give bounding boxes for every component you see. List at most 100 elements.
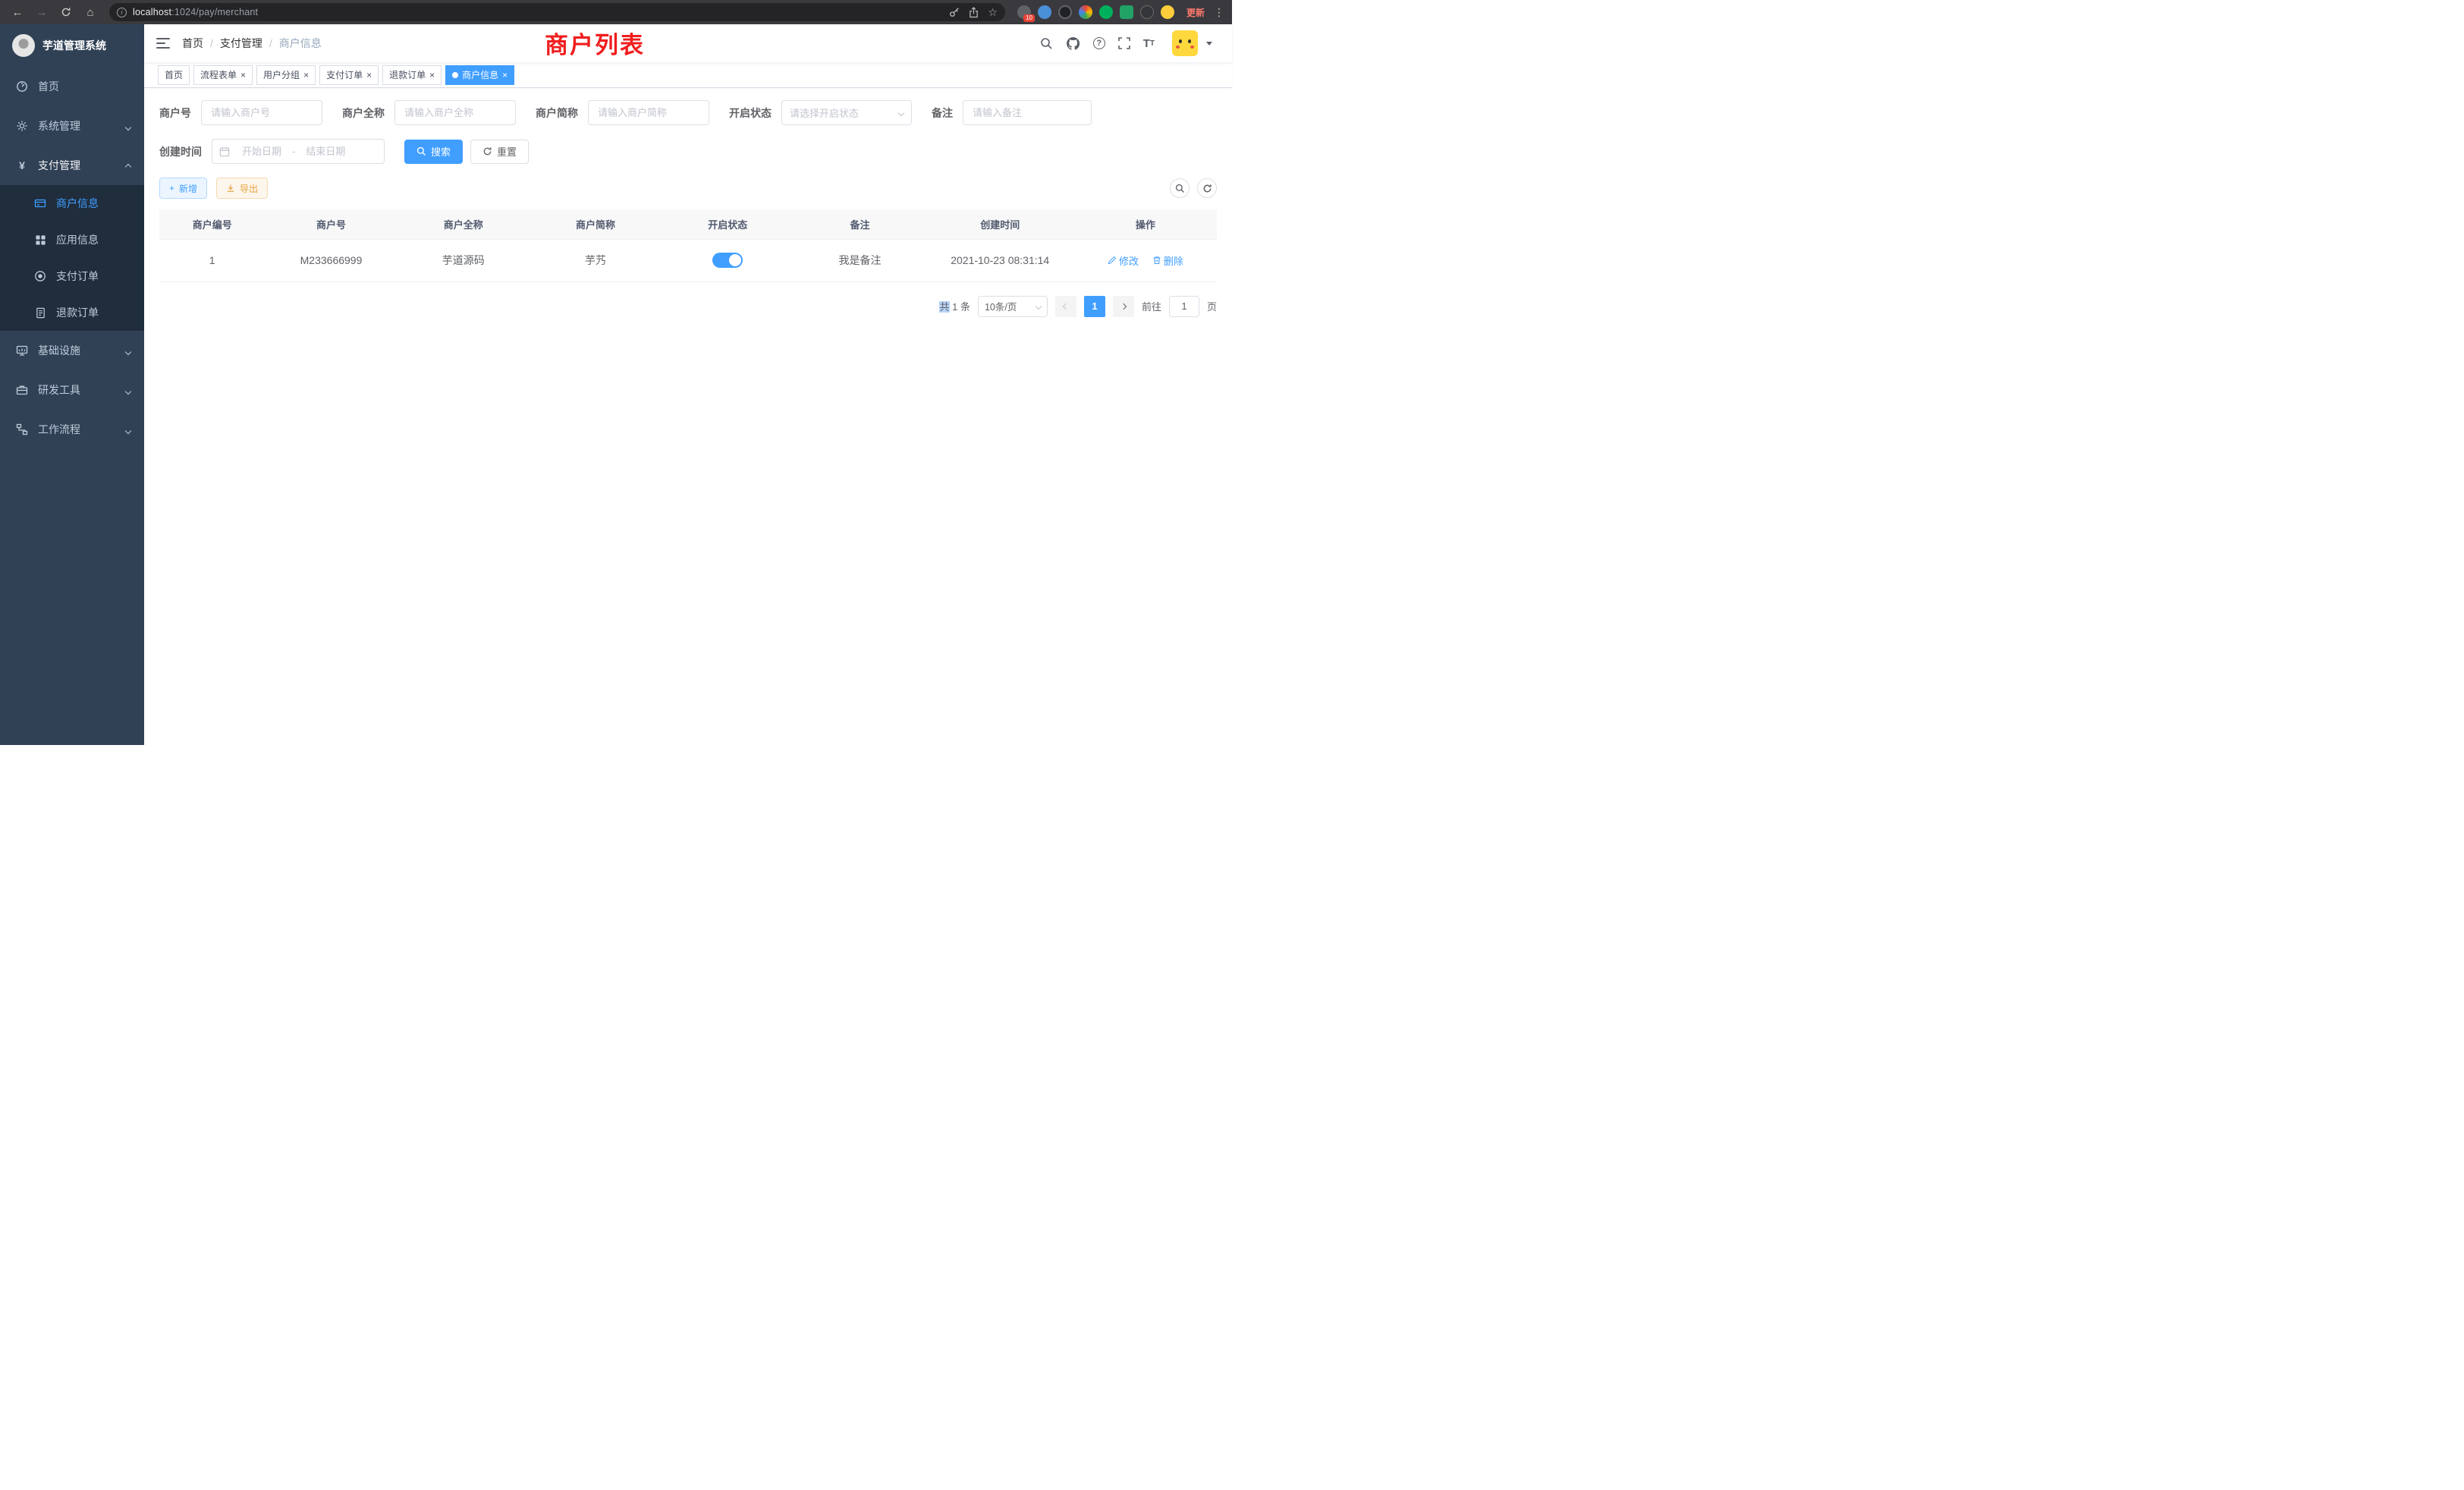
short-name-label: 商户简称 bbox=[536, 105, 578, 121]
total-value: 1 条 bbox=[952, 301, 970, 313]
status-select[interactable]: 请选择开启状态 bbox=[781, 100, 912, 125]
chevron-down-icon bbox=[126, 423, 130, 435]
extension-icon-5[interactable] bbox=[1099, 5, 1113, 19]
reset-button[interactable]: 重置 bbox=[470, 140, 529, 164]
tab-merchant-info[interactable]: 商户信息 × bbox=[445, 65, 514, 85]
extension-icon-1[interactable]: 10 bbox=[1017, 5, 1031, 19]
help-icon[interactable]: ? bbox=[1093, 37, 1105, 49]
logo[interactable]: 芋道管理系统 bbox=[0, 24, 144, 67]
avatar-caret-icon[interactable] bbox=[1206, 42, 1212, 46]
user-avatar[interactable] bbox=[1172, 30, 1198, 56]
password-key-icon[interactable] bbox=[949, 7, 960, 17]
page-size-select[interactable]: 10条/页 bbox=[978, 296, 1048, 317]
forward-icon[interactable]: → bbox=[32, 3, 52, 21]
extension-icon-6[interactable] bbox=[1120, 5, 1133, 19]
extension-icon-7[interactable] bbox=[1140, 5, 1154, 19]
sidebar-item-workflow[interactable]: 工作流程 bbox=[0, 410, 144, 449]
refresh-icon[interactable] bbox=[56, 3, 76, 21]
date-end-input[interactable] bbox=[298, 146, 353, 157]
edit-link[interactable]: 修改 bbox=[1108, 253, 1139, 268]
close-icon[interactable]: × bbox=[366, 71, 372, 80]
sidebar-item-home[interactable]: 首页 bbox=[0, 67, 144, 106]
tab-label: 商户信息 bbox=[462, 68, 498, 81]
extension-icon-2[interactable] bbox=[1038, 5, 1051, 19]
breadcrumb-home[interactable]: 首页 bbox=[182, 36, 203, 51]
column-header-actions: 操作 bbox=[1074, 209, 1217, 239]
extension-icon-8[interactable] bbox=[1161, 5, 1174, 19]
sidebar-item-pay-order[interactable]: 支付订单 bbox=[0, 258, 144, 294]
add-button[interactable]: + 新增 bbox=[159, 178, 207, 199]
browser-menu-icon[interactable]: ⋮ bbox=[1214, 6, 1224, 19]
cell-actions: 修改 删除 bbox=[1074, 239, 1217, 281]
sidebar-item-merchant-info[interactable]: 商户信息 bbox=[0, 185, 144, 222]
sidebar-item-label: 系统管理 bbox=[38, 118, 80, 134]
github-icon[interactable] bbox=[1066, 36, 1080, 51]
column-header-status: 开启状态 bbox=[662, 209, 794, 239]
next-page-button[interactable] bbox=[1113, 296, 1134, 317]
column-header-short-name: 商户简称 bbox=[530, 209, 662, 239]
close-icon[interactable]: × bbox=[502, 71, 508, 80]
tab-user-group[interactable]: 用户分组 × bbox=[256, 65, 316, 85]
column-header-merchant-no: 商户号 bbox=[265, 209, 397, 239]
sidebar-item-refund-order[interactable]: 退款订单 bbox=[0, 294, 144, 331]
sidebar-item-dev-tools[interactable]: 研发工具 bbox=[0, 370, 144, 410]
fullscreen-icon[interactable] bbox=[1118, 37, 1130, 49]
merchant-no-input[interactable] bbox=[201, 100, 322, 125]
cell-id: 1 bbox=[159, 239, 265, 281]
sidebar-item-infra[interactable]: 基础设施 bbox=[0, 331, 144, 370]
prev-page-button[interactable] bbox=[1055, 296, 1076, 317]
close-icon[interactable]: × bbox=[303, 71, 309, 80]
grid-icon bbox=[33, 234, 47, 246]
search-icon[interactable] bbox=[1040, 37, 1053, 50]
tab-refund-order[interactable]: 退款订单 × bbox=[382, 65, 442, 85]
tab-pay-order[interactable]: 支付订单 × bbox=[319, 65, 379, 85]
status-toggle[interactable] bbox=[712, 253, 743, 268]
search-button[interactable]: 搜索 bbox=[404, 140, 463, 164]
date-start-input[interactable] bbox=[234, 146, 289, 157]
extension-icon-3[interactable] bbox=[1058, 5, 1072, 19]
site-info-icon[interactable]: i bbox=[117, 8, 127, 17]
cell-merchant-no: M233666999 bbox=[265, 239, 397, 281]
toggle-search-button[interactable] bbox=[1170, 178, 1190, 198]
font-size-icon[interactable]: TT bbox=[1143, 37, 1155, 50]
breadcrumb-payment[interactable]: 支付管理 bbox=[220, 36, 262, 51]
date-separator: - bbox=[292, 146, 295, 157]
create-time-range-picker[interactable]: - bbox=[212, 139, 385, 164]
full-name-input[interactable] bbox=[394, 100, 516, 125]
url-host: localhost bbox=[133, 7, 171, 17]
dashboard-icon bbox=[15, 80, 29, 93]
close-icon[interactable]: × bbox=[429, 71, 435, 80]
remark-input[interactable] bbox=[963, 100, 1092, 125]
gear-icon bbox=[15, 120, 29, 132]
share-icon[interactable] bbox=[969, 7, 979, 18]
bookmark-star-icon[interactable]: ☆ bbox=[988, 7, 998, 17]
tab-process-form[interactable]: 流程表单 × bbox=[193, 65, 253, 85]
back-icon[interactable]: ← bbox=[8, 3, 27, 21]
delete-link[interactable]: 删除 bbox=[1152, 253, 1183, 268]
hamburger-icon[interactable] bbox=[156, 37, 170, 49]
address-bar[interactable]: i localhost:1024/pay/merchant ☆ bbox=[109, 3, 1005, 21]
home-icon[interactable]: ⌂ bbox=[80, 3, 100, 21]
cell-remark: 我是备注 bbox=[794, 239, 926, 281]
extension-badge: 10 bbox=[1023, 14, 1035, 22]
goto-label: 前往 bbox=[1142, 299, 1161, 313]
sidebar-item-app-info[interactable]: 应用信息 bbox=[0, 222, 144, 258]
close-icon[interactable]: × bbox=[240, 71, 246, 80]
logo-image bbox=[12, 34, 35, 57]
short-name-input[interactable] bbox=[588, 100, 709, 125]
refresh-table-button[interactable] bbox=[1197, 178, 1217, 198]
sidebar-item-label: 基础设施 bbox=[38, 343, 80, 358]
sidebar-item-system[interactable]: 系统管理 bbox=[0, 106, 144, 146]
export-button[interactable]: 导出 bbox=[216, 178, 268, 199]
goto-page-input[interactable] bbox=[1169, 296, 1199, 317]
table-row: 1 M233666999 芋道源码 芋艿 我是备注 2021-10-23 08:… bbox=[159, 239, 1217, 281]
browser-update-button[interactable]: 更新 bbox=[1186, 6, 1205, 19]
sidebar-item-payment[interactable]: ¥ 支付管理 bbox=[0, 146, 144, 185]
search-form-row-1: 商户号 商户全称 商户简称 开启状态 请选择开启状态 bbox=[159, 100, 1217, 125]
tab-home[interactable]: 首页 bbox=[158, 65, 190, 85]
extension-icon-4[interactable] bbox=[1079, 5, 1092, 19]
column-header-remark: 备注 bbox=[794, 209, 926, 239]
page-button-1[interactable]: 1 bbox=[1084, 296, 1105, 317]
target-icon bbox=[33, 270, 47, 282]
column-header-create-time: 创建时间 bbox=[926, 209, 1074, 239]
